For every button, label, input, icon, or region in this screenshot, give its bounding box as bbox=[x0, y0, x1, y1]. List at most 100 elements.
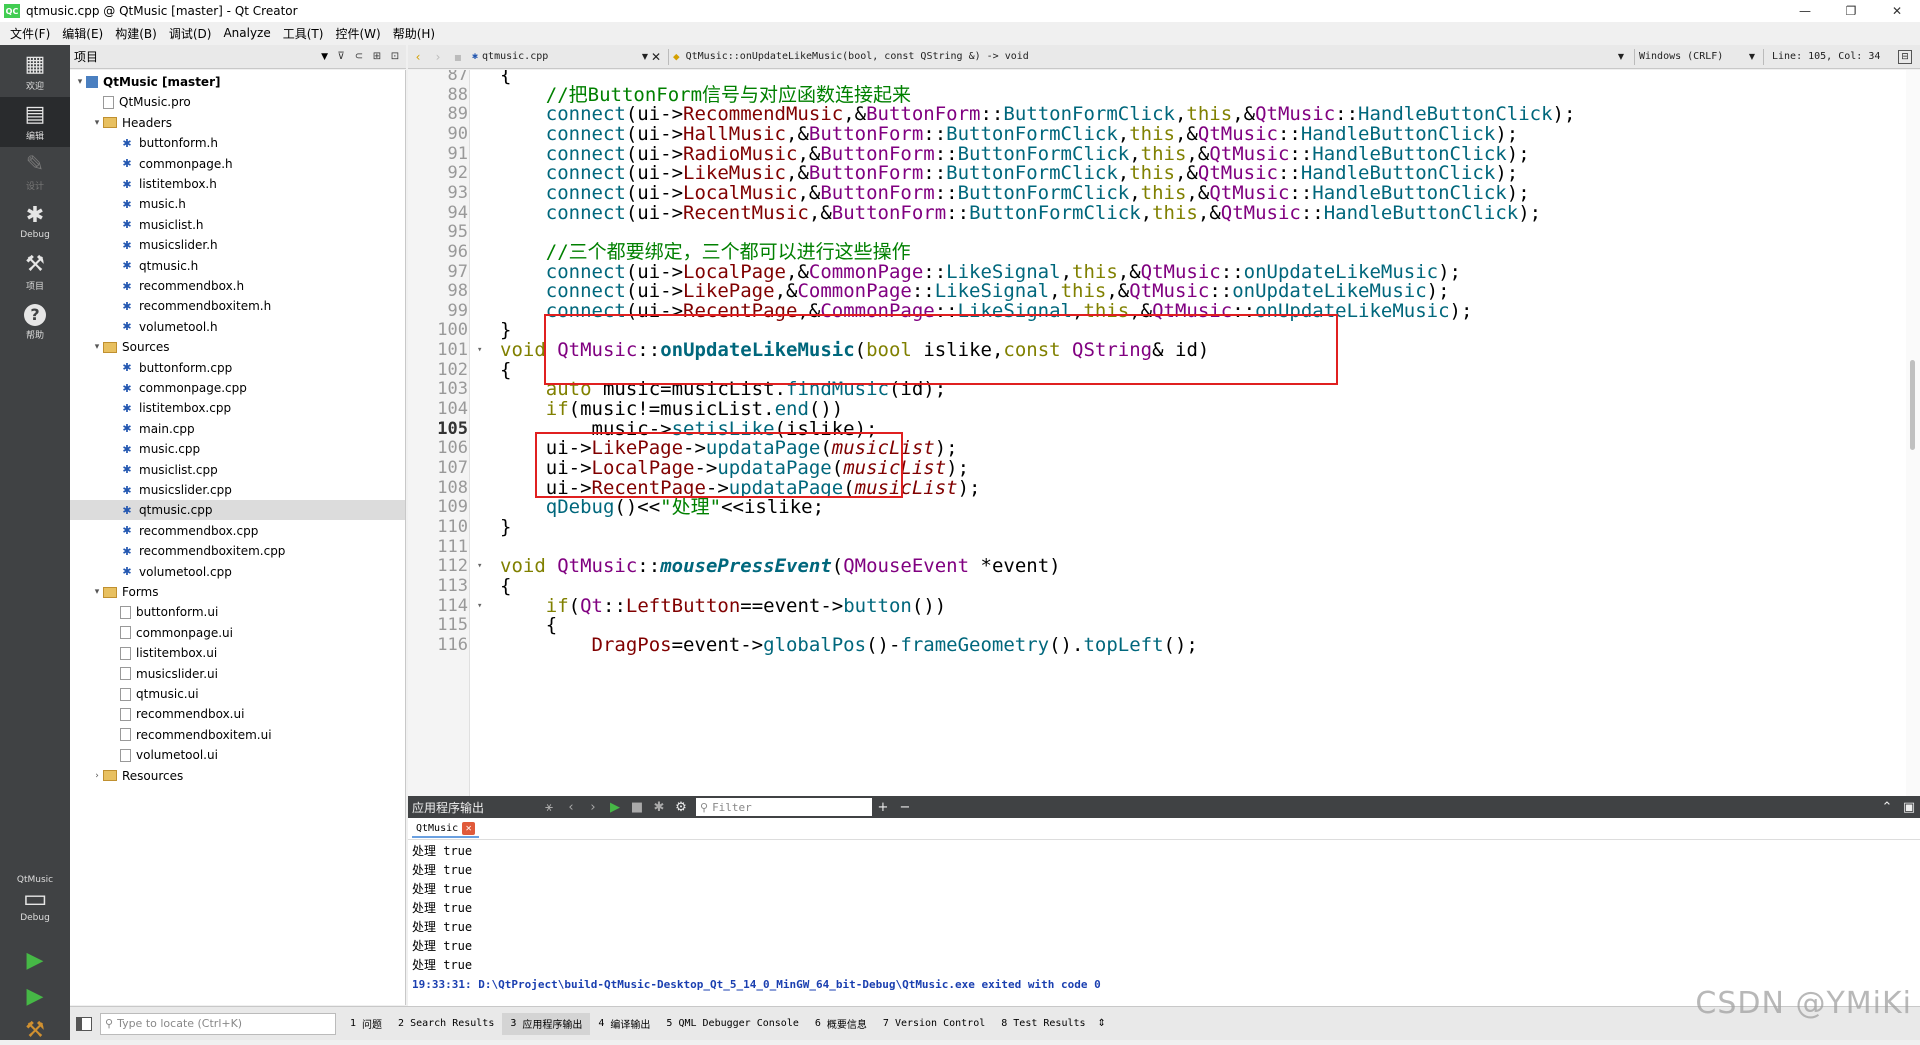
tree-item[interactable]: ✱ recommendbox.h bbox=[70, 276, 405, 296]
filter-input[interactable]: ⚲ Filter bbox=[696, 798, 872, 816]
close-document-icon[interactable]: ✕ bbox=[648, 50, 664, 64]
locator-input[interactable]: ⚲ Type to locate (Ctrl+K) bbox=[100, 1012, 336, 1035]
zoom-out-icon[interactable]: − bbox=[894, 800, 916, 815]
tree-item[interactable]: ▾ Headers bbox=[70, 113, 405, 133]
prev-icon[interactable]: ‹ bbox=[560, 800, 582, 815]
tree-item[interactable]: ✱ musiclist.cpp bbox=[70, 460, 405, 480]
chevron-down-icon[interactable]: ▾ bbox=[91, 118, 103, 128]
tree-item[interactable]: ▾ Sources bbox=[70, 337, 405, 357]
build-button[interactable]: ⚒ bbox=[20, 1015, 50, 1045]
line-ending-combo[interactable]: Windows (CRLF) ▼ bbox=[1639, 51, 1759, 62]
link-icon[interactable]: ⊂ bbox=[352, 50, 366, 64]
minimize-icon[interactable]: — bbox=[1782, 0, 1828, 22]
attach-icon[interactable]: ⚹ bbox=[538, 800, 560, 815]
close-icon[interactable]: ✕ bbox=[1874, 0, 1920, 22]
tree-item[interactable]: ✱ music.cpp bbox=[70, 439, 405, 459]
pane-button[interactable]: 7 Version Control bbox=[875, 1013, 993, 1035]
pane-button[interactable]: 3 应用程序输出 bbox=[502, 1012, 591, 1035]
next-icon[interactable]: › bbox=[582, 800, 604, 815]
back-arrow-icon[interactable]: ‹ bbox=[408, 50, 428, 64]
run-button[interactable]: ▶ bbox=[20, 945, 50, 975]
editor-scrollbar[interactable] bbox=[1906, 70, 1920, 796]
chevron-down-icon[interactable]: ▼ bbox=[321, 52, 328, 62]
split-icon[interactable]: ⊞ bbox=[370, 50, 384, 64]
maximize-pane-icon[interactable]: ⌃ bbox=[1876, 800, 1898, 815]
close-pane-icon[interactable]: ⊡ bbox=[388, 50, 402, 64]
tree-item[interactable]: buttonform.ui bbox=[70, 602, 405, 622]
tree-item[interactable]: ✱ musicslider.h bbox=[70, 235, 405, 255]
close-pane-icon[interactable]: ▣ bbox=[1898, 800, 1920, 815]
pane-button[interactable]: 1 问题 bbox=[342, 1013, 390, 1035]
open-documents-combo[interactable]: ✱ qtmusic.cpp ▼ bbox=[468, 51, 648, 62]
cursor-position[interactable]: Line: 105, Col: 34 bbox=[1768, 51, 1898, 62]
scrollbar-thumb[interactable] bbox=[1910, 360, 1915, 450]
tree-item[interactable]: ✱ qtmusic.cpp bbox=[70, 500, 405, 521]
mode-edit[interactable]: ▤ 编辑 bbox=[0, 97, 70, 147]
menu-help[interactable]: 帮助(H) bbox=[387, 25, 441, 42]
menu-tools[interactable]: 工具(T) bbox=[277, 25, 330, 42]
menu-edit[interactable]: 编辑(E) bbox=[56, 25, 109, 42]
tree-item[interactable]: ✱ commonpage.cpp bbox=[70, 378, 405, 398]
menu-build[interactable]: 构建(B) bbox=[109, 25, 163, 42]
debug-run-button[interactable]: ▶ bbox=[20, 981, 50, 1011]
menu-analyze[interactable]: Analyze bbox=[217, 26, 276, 40]
tree-item[interactable]: recommendboxitem.ui bbox=[70, 725, 405, 745]
zoom-in-icon[interactable]: + bbox=[872, 800, 894, 815]
tree-item[interactable]: ✱ buttonform.cpp bbox=[70, 358, 405, 378]
tree-item[interactable]: ✱ recommendboxitem.h bbox=[70, 296, 405, 316]
tree-item[interactable]: ✱ listitembox.cpp bbox=[70, 398, 405, 418]
application-output[interactable]: 处理 true 处理 true 处理 true 处理 true 处理 true 处理 tr… bbox=[408, 840, 1920, 1006]
chevron-right-icon[interactable]: › bbox=[91, 771, 103, 781]
pane-button[interactable]: 4 编译输出 bbox=[590, 1013, 658, 1035]
close-icon[interactable]: ✕ bbox=[462, 821, 476, 835]
tree-item[interactable]: ▾ Forms bbox=[70, 582, 405, 602]
code-editor[interactable]: 87{88 //把ButtonForm信号与对应函数连接起来 89 connect… bbox=[408, 70, 1920, 796]
gear-icon[interactable]: ⚙ bbox=[670, 800, 692, 815]
tree-item[interactable]: commonpage.ui bbox=[70, 623, 405, 643]
tree-item[interactable]: ▾ QtMusic [master] bbox=[70, 72, 405, 92]
tree-item[interactable]: ✱ qtmusic.h bbox=[70, 256, 405, 276]
tree-item[interactable]: listitembox.ui bbox=[70, 643, 405, 663]
mode-help[interactable]: ? 帮助 bbox=[0, 297, 70, 347]
filter-icon[interactable]: ⊽ bbox=[334, 50, 348, 64]
pane-button[interactable]: 6 概要信息 bbox=[807, 1013, 875, 1035]
stop-icon[interactable]: ■ bbox=[626, 800, 648, 815]
chevron-down-icon[interactable]: ▾ bbox=[91, 587, 103, 597]
tree-item[interactable]: ✱ musiclist.h bbox=[70, 215, 405, 235]
tree-item[interactable]: ✱ volumetool.cpp bbox=[70, 562, 405, 582]
kit-selector[interactable]: QtMusic ▭ Debug bbox=[0, 875, 70, 945]
tree-item[interactable]: ✱ musicslider.cpp bbox=[70, 480, 405, 500]
pane-button[interactable]: 2 Search Results bbox=[390, 1013, 502, 1035]
split-editor-icon[interactable]: ⊟ bbox=[1898, 49, 1912, 64]
menu-file[interactable]: 文件(F) bbox=[4, 25, 56, 42]
tree-item[interactable]: qtmusic.ui bbox=[70, 684, 405, 704]
tree-item[interactable]: QtMusic.pro bbox=[70, 92, 405, 112]
mode-debug[interactable]: ✱ Debug bbox=[0, 197, 70, 247]
tree-item[interactable]: ✱ main.cpp bbox=[70, 419, 405, 439]
chevron-down-icon[interactable]: ▾ bbox=[74, 77, 86, 87]
pane-button[interactable]: 5 QML Debugger Console bbox=[658, 1013, 806, 1035]
tree-item[interactable]: ✱ volumetool.h bbox=[70, 317, 405, 337]
tree-item[interactable]: ✱ recommendboxitem.cpp bbox=[70, 541, 405, 561]
rerun-icon[interactable]: ▶ bbox=[604, 800, 626, 815]
tree-item[interactable]: ✱ recommendbox.cpp bbox=[70, 521, 405, 541]
tree-item[interactable]: ✱ commonpage.h bbox=[70, 154, 405, 174]
tree-item[interactable]: ✱ buttonform.h bbox=[70, 133, 405, 153]
chevron-down-icon[interactable]: ▾ bbox=[91, 342, 103, 352]
menu-debug[interactable]: 调试(D) bbox=[163, 25, 218, 42]
mode-welcome[interactable]: ▦ 欢迎 bbox=[0, 47, 70, 97]
output-tab-qtmusic[interactable]: QtMusic ✕ bbox=[412, 820, 480, 838]
tree-item[interactable]: volumetool.ui bbox=[70, 745, 405, 765]
tree-item[interactable]: › Resources bbox=[70, 766, 405, 786]
sidebar-toggle-icon[interactable] bbox=[76, 1016, 92, 1031]
menu-widgets[interactable]: 控件(W) bbox=[329, 25, 386, 42]
mode-design[interactable]: ✎ 设计 bbox=[0, 147, 70, 197]
tree-item[interactable]: recommendbox.ui bbox=[70, 704, 405, 724]
debug-attach-icon[interactable]: ✱ bbox=[648, 800, 670, 815]
tree-item[interactable]: ✱ listitembox.h bbox=[70, 174, 405, 194]
tree-item[interactable]: musicslider.ui bbox=[70, 664, 405, 684]
forward-arrow-icon[interactable]: › bbox=[428, 50, 448, 64]
tree-item[interactable]: ✱ music.h bbox=[70, 194, 405, 214]
maximize-icon[interactable]: ❐ bbox=[1828, 0, 1874, 22]
symbol-combo[interactable]: QtMusic::onUpdateLikeMusic(bool, const Q… bbox=[680, 51, 1618, 62]
